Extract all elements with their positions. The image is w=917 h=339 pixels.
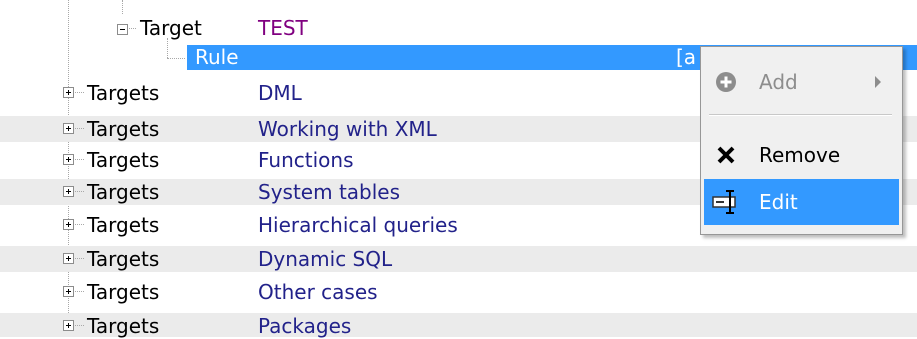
row-label: Targets (87, 180, 160, 204)
row-value: System tables (258, 180, 401, 204)
expand-toggle[interactable] (63, 219, 74, 230)
tree-connector-line (75, 258, 84, 259)
tree-row[interactable]: Targets Dynamic SQL (0, 246, 917, 272)
target-label: Target (140, 16, 202, 40)
tree-connector-line (129, 28, 136, 29)
expand-toggle[interactable] (63, 286, 74, 297)
tree-connector-line (122, 0, 123, 14)
expand-toggle[interactable] (63, 320, 74, 331)
menu-item-edit-label: Edit (759, 190, 798, 214)
submenu-arrow-icon (875, 76, 881, 88)
collapse-toggle[interactable] (117, 24, 128, 35)
tree-row[interactable]: Targets Other cases (0, 279, 917, 305)
rule-value: [a (676, 45, 697, 69)
context-menu: Add Remove Edit (700, 46, 903, 235)
tree-row-target[interactable]: Target TEST (0, 13, 917, 43)
tree-row[interactable]: Targets Packages (0, 313, 917, 338)
row-value: Other cases (258, 280, 378, 304)
target-value: TEST (258, 16, 308, 40)
tree-connector-line (167, 58, 185, 59)
row-value: Functions (258, 148, 354, 172)
menu-item-remove-label: Remove (759, 143, 841, 167)
row-value: Hierarchical queries (258, 213, 458, 237)
text-cursor-edit-icon (712, 189, 742, 215)
row-label: Targets (87, 117, 160, 141)
menu-item-add[interactable]: Add (704, 59, 899, 105)
tree-connector-line (75, 325, 84, 326)
rule-label: Rule (195, 45, 239, 69)
row-value: Packages (258, 314, 352, 338)
row-value: Dynamic SQL (258, 247, 393, 271)
plus-circle-icon (712, 69, 742, 95)
row-label: Targets (87, 148, 160, 172)
menu-item-edit[interactable]: Edit (704, 179, 899, 225)
tree-connector-line (75, 224, 84, 225)
expand-toggle[interactable] (63, 123, 74, 134)
tree-connector-line (75, 159, 84, 160)
menu-separator (709, 114, 892, 116)
menu-item-remove[interactable]: Remove (704, 132, 899, 178)
tree-connector-line (75, 291, 84, 292)
row-label: Targets (87, 280, 160, 304)
row-label: Targets (87, 213, 160, 237)
tree-connector-line (75, 128, 84, 129)
menu-item-add-label: Add (759, 70, 798, 94)
row-label: Targets (87, 247, 160, 271)
row-label: Targets (87, 314, 160, 338)
expand-toggle[interactable] (63, 253, 74, 264)
row-value: Working with XML (258, 117, 437, 141)
x-icon (712, 142, 742, 168)
expand-toggle[interactable] (63, 154, 74, 165)
row-label: Targets (87, 81, 160, 105)
row-value: DML (258, 81, 302, 105)
expand-toggle[interactable] (63, 87, 74, 98)
tree-connector-line (75, 191, 84, 192)
tree-connector-line (75, 92, 84, 93)
expand-toggle[interactable] (63, 186, 74, 197)
